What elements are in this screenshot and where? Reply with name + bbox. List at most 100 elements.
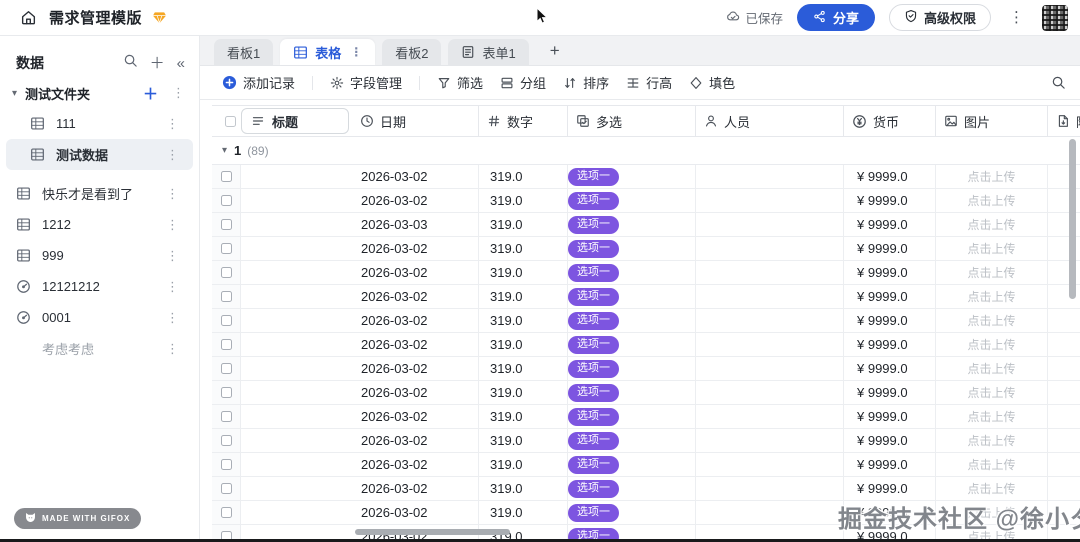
cell-multiselect[interactable]: 选项一	[567, 381, 695, 404]
cell-gutter[interactable]	[212, 405, 240, 428]
item-kebab-icon[interactable]: ⋮	[166, 279, 179, 295]
row-checkbox[interactable]	[220, 291, 232, 302]
cell-date[interactable]: 2026-03-02	[352, 309, 478, 332]
cell-title[interactable]	[240, 453, 352, 476]
cell-date[interactable]: 2026-03-02	[352, 165, 478, 188]
cell-date[interactable]: 2026-03-02	[352, 189, 478, 212]
cell-currency[interactable]: ¥ 9999.0	[843, 309, 935, 332]
sidebar-item-999[interactable]: 999 ⋮	[6, 240, 193, 271]
tab-表单1[interactable]: 表单1	[448, 39, 529, 65]
sidebar-item-12121212[interactable]: 12121212 ⋮	[6, 271, 193, 302]
cell-currency[interactable]: ¥ 9999.0	[843, 189, 935, 212]
cell-title[interactable]	[240, 381, 352, 404]
group-button[interactable]: 分组	[500, 73, 546, 92]
search-icon[interactable]	[123, 53, 138, 73]
upload-placeholder[interactable]: 点击上传	[935, 309, 1047, 332]
cell-person[interactable]	[695, 237, 843, 260]
upload-placeholder[interactable]: 点击上传	[935, 189, 1047, 212]
cell-title[interactable]	[240, 333, 352, 356]
avatar[interactable]	[1042, 4, 1068, 31]
row-checkbox[interactable]	[220, 507, 232, 518]
cell-attachment[interactable]	[1047, 357, 1080, 380]
add-icon[interactable]: ＋	[150, 56, 165, 71]
cell-person[interactable]	[695, 333, 843, 356]
upload-placeholder[interactable]: 点击上传	[935, 165, 1047, 188]
upload-placeholder[interactable]: 点击上传	[935, 237, 1047, 260]
title-field-box[interactable]: 标题	[241, 108, 349, 134]
row-checkbox[interactable]	[220, 387, 232, 398]
cell-person[interactable]	[695, 501, 843, 524]
column-header-image[interactable]: 图片	[935, 106, 1047, 136]
upload-placeholder[interactable]: 点击上传	[935, 333, 1047, 356]
column-header-currency[interactable]: 货币	[843, 106, 935, 136]
cell-title[interactable]	[240, 165, 352, 188]
cell-currency[interactable]: ¥ 9999.0	[843, 453, 935, 476]
cell-currency[interactable]: ¥ 9999.0	[843, 333, 935, 356]
more-menu-icon[interactable]: ⋮	[1005, 10, 1028, 25]
cell-multiselect[interactable]: 选项一	[567, 477, 695, 500]
item-kebab-icon[interactable]: ⋮	[166, 310, 179, 326]
cell-gutter[interactable]	[212, 477, 240, 500]
cell-date[interactable]: 2026-03-02	[352, 381, 478, 404]
cell-title[interactable]	[240, 357, 352, 380]
cell-person[interactable]	[695, 477, 843, 500]
cell-attachment[interactable]	[1047, 429, 1080, 452]
cell-gutter[interactable]	[212, 357, 240, 380]
column-header-person[interactable]: 人员	[695, 106, 843, 136]
cell-title[interactable]	[240, 285, 352, 308]
collapse-sidebar-icon[interactable]: «	[177, 56, 185, 71]
field-manage-button[interactable]: 字段管理	[330, 73, 402, 92]
upload-placeholder[interactable]: 点击上传	[935, 477, 1047, 500]
column-header-multiselect[interactable]: 多选	[567, 106, 695, 136]
cell-gutter[interactable]	[212, 213, 240, 236]
table-search-icon[interactable]	[1051, 75, 1066, 90]
row-height-button[interactable]: 行高	[626, 73, 672, 92]
cell-title[interactable]	[240, 405, 352, 428]
cell-date[interactable]: 2026-03-02	[352, 285, 478, 308]
add-view-tab[interactable]: +	[544, 41, 566, 65]
cell-number[interactable]: 319.0	[478, 477, 567, 500]
cell-person[interactable]	[695, 429, 843, 452]
cell-number[interactable]: 319.0	[478, 261, 567, 284]
cell-person[interactable]	[695, 453, 843, 476]
upload-placeholder[interactable]: 点击上传	[935, 357, 1047, 380]
item-kebab-icon[interactable]: ⋮	[166, 186, 179, 202]
upload-placeholder[interactable]: 点击上传	[935, 213, 1047, 236]
item-kebab-icon[interactable]: ⋮	[166, 248, 179, 264]
cell-attachment[interactable]	[1047, 453, 1080, 476]
cell-date[interactable]: 2026-03-02	[352, 429, 478, 452]
row-checkbox[interactable]	[220, 195, 232, 206]
cell-date[interactable]: 2026-03-02	[352, 501, 478, 524]
cell-person[interactable]	[695, 165, 843, 188]
row-checkbox[interactable]	[220, 339, 232, 350]
cell-currency[interactable]: ¥ 9999.0	[843, 381, 935, 404]
cell-multiselect[interactable]: 选项一	[567, 285, 695, 308]
group-header-row[interactable]: ▾ 1 (89)	[212, 137, 1080, 165]
upload-placeholder[interactable]: 点击上传	[935, 429, 1047, 452]
add-record-button[interactable]: 添加记录	[222, 73, 295, 92]
cell-currency[interactable]: ¥ 9999.0	[843, 429, 935, 452]
group-collapse-icon[interactable]: ▾	[222, 145, 227, 156]
row-checkbox[interactable]	[220, 411, 232, 422]
cell-gutter[interactable]	[212, 285, 240, 308]
cell-person[interactable]	[695, 357, 843, 380]
upload-placeholder[interactable]: 点击上传	[935, 381, 1047, 404]
cell-person[interactable]	[695, 381, 843, 404]
cell-title[interactable]	[240, 429, 352, 452]
cell-currency[interactable]: ¥ 9999.0	[843, 477, 935, 500]
cell-number[interactable]: 319.0	[478, 501, 567, 524]
column-header-attachment[interactable]: 附件	[1047, 106, 1080, 136]
cell-gutter[interactable]	[212, 501, 240, 524]
cell-multiselect[interactable]: 选项一	[567, 357, 695, 380]
row-checkbox[interactable]	[220, 219, 232, 230]
cell-multiselect[interactable]: 选项一	[567, 261, 695, 284]
cell-number[interactable]: 319.0	[478, 237, 567, 260]
row-checkbox[interactable]	[220, 315, 232, 326]
cell-title[interactable]	[240, 213, 352, 236]
vertical-scrollbar[interactable]	[1069, 139, 1076, 299]
cell-number[interactable]: 319.0	[478, 285, 567, 308]
cell-multiselect[interactable]: 选项一	[567, 501, 695, 524]
cell-currency[interactable]: ¥ 9999.0	[843, 213, 935, 236]
cell-currency[interactable]: ¥ 9999.0	[843, 285, 935, 308]
row-checkbox[interactable]	[220, 459, 232, 470]
